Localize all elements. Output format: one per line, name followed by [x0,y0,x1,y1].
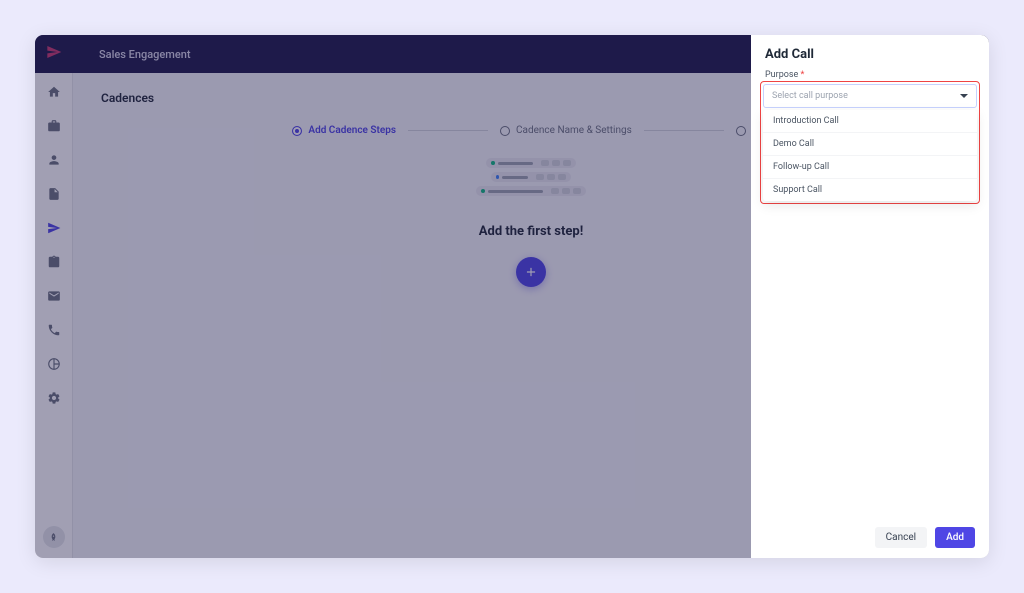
purpose-label: Purpose * [765,70,975,80]
panel-title: Add Call [765,47,975,62]
select-placeholder: Select call purpose [772,91,848,101]
option-support-call[interactable]: Support Call [763,179,977,201]
caret-down-icon [960,94,968,98]
option-demo-call[interactable]: Demo Call [763,133,977,156]
panel-header: Add Call [751,35,989,70]
add-call-panel: Add Call Purpose * Select call purpose I… [751,35,989,558]
cancel-button[interactable]: Cancel [875,527,927,548]
add-button[interactable]: Add [935,527,975,548]
option-follow-up-call[interactable]: Follow-up Call [763,156,977,179]
highlight-annotation: Select call purpose Introduction Call De… [760,81,980,204]
panel-footer: Cancel Add [751,517,989,558]
option-introduction-call[interactable]: Introduction Call [763,110,977,133]
purpose-dropdown: Introduction Call Demo Call Follow-up Ca… [763,110,977,201]
purpose-select[interactable]: Select call purpose [763,84,977,108]
